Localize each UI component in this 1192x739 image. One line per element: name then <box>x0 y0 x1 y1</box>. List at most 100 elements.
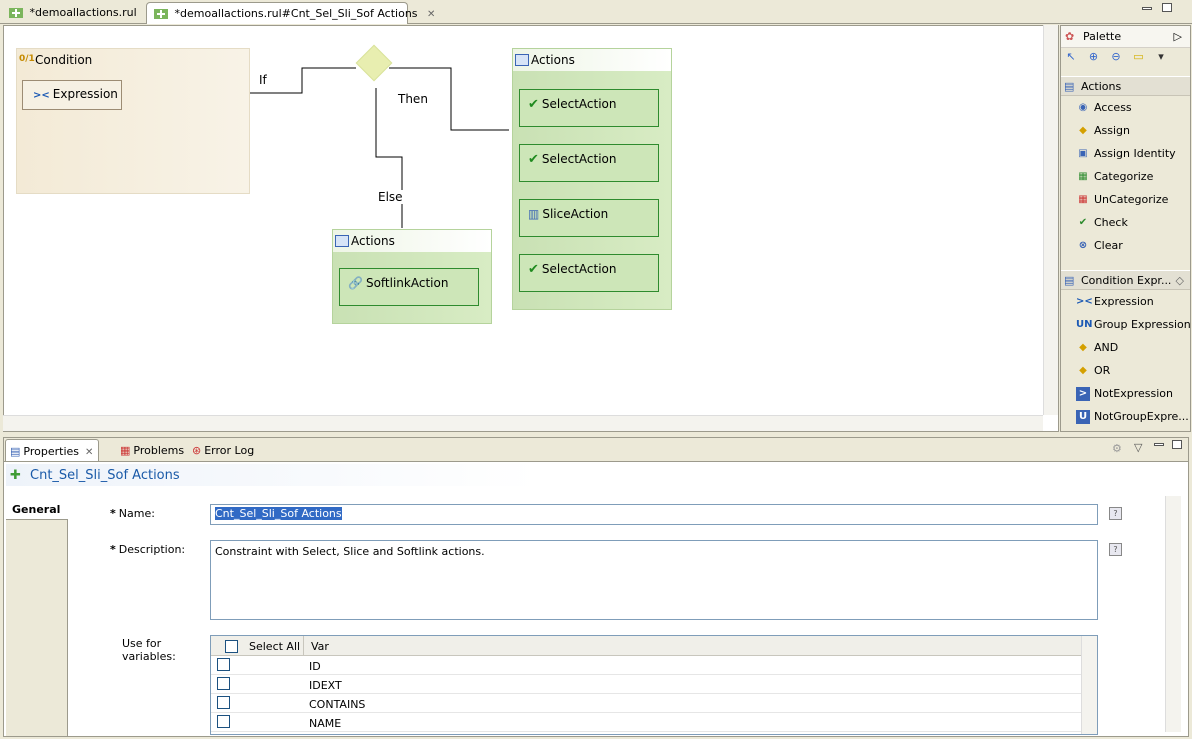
tab-constraint-actions[interactable]: *demoallactions.rul#Cnt_Sel_Sli_Sof Acti… <box>146 2 435 24</box>
tab-demoallactions[interactable]: *demoallactions.rul <box>2 2 142 24</box>
table-row[interactable]: IDEXT <box>211 675 1081 694</box>
select-action-node[interactable]: ✔ SelectAction <box>519 89 659 127</box>
palette-header[interactable]: ✿ Palette ▷ <box>1061 26 1190 48</box>
tab-problems[interactable]: ▦ Problems <box>116 439 186 461</box>
zoom-out-icon[interactable]: ⊖ <box>1108 50 1124 66</box>
properties-tab-column: General <box>6 498 68 736</box>
properties-scrollbar[interactable] <box>1165 496 1181 732</box>
item-label: OR <box>1094 364 1111 377</box>
link-icon: 🔗 <box>348 276 363 290</box>
row-checkbox[interactable] <box>217 677 230 690</box>
row-checkbox[interactable] <box>217 696 230 709</box>
name-label: * Name: <box>110 507 155 520</box>
variables-label: variables: <box>122 650 176 663</box>
item-label: AND <box>1094 341 1119 354</box>
condition-title-text: Condition <box>35 53 93 67</box>
tab-label: Properties <box>23 445 79 458</box>
collapse-arrow-icon[interactable]: ▷ <box>1174 30 1182 43</box>
tab-label: Error Log <box>204 444 255 457</box>
row-checkbox[interactable] <box>217 658 230 671</box>
row-checkbox[interactable] <box>217 715 230 728</box>
then-actions-header: Actions <box>513 49 671 71</box>
item-label: NotGroupExpre... <box>1094 410 1189 423</box>
expression-node[interactable]: >< Expression <box>22 80 122 110</box>
help-icon[interactable]: ? <box>1109 543 1122 556</box>
uncategorize-icon: ▦ <box>1078 194 1088 205</box>
palette-item-categorize[interactable]: ▦ Categorize <box>1061 167 1190 187</box>
maximize-icon[interactable] <box>1172 440 1182 449</box>
condition-node[interactable]: 0/1 Condition >< Expression <box>16 48 250 194</box>
palette-item-access[interactable]: ◉ Access <box>1061 98 1190 118</box>
description-label: * Description: <box>110 543 186 556</box>
table-row[interactable]: CONTAINS <box>211 694 1081 713</box>
palette-item-or[interactable]: ◆ OR <box>1061 361 1190 381</box>
group-expression-icon: UN <box>1076 319 1093 330</box>
tab-label: Problems <box>133 444 185 457</box>
palette-section-condition[interactable]: ▤ Condition Expr... ◇ <box>1061 270 1190 290</box>
actions-icon <box>335 235 349 247</box>
else-label: Else <box>377 190 404 204</box>
palette-toolbar: ↖ ⊕ ⊖ ▭ ▾ <box>1063 50 1189 70</box>
item-label: Check <box>1094 216 1128 229</box>
maximize-icon[interactable] <box>1162 3 1172 12</box>
dropdown-arrow-icon[interactable]: ▾ <box>1153 50 1169 66</box>
assign-icon: ◆ <box>1079 125 1087 136</box>
palette-section-actions[interactable]: ▤ Actions <box>1061 76 1190 96</box>
bottom-tab-bar: ▤ Properties ✕ ▦ Problems ⊛ Error Log ⚙ ▽ <box>4 438 1188 462</box>
properties-title: ✚ Cnt_Sel_Sli_Sof Actions <box>6 464 538 486</box>
table-row[interactable]: ID <box>211 656 1081 675</box>
action-label: SoftlinkAction <box>365 276 449 290</box>
collapse-icon[interactable]: ◇ <box>1176 274 1184 287</box>
help-icon[interactable]: ? <box>1109 507 1122 520</box>
name-label-text: Name: <box>118 507 155 520</box>
note-icon[interactable]: ▭ <box>1131 50 1147 66</box>
variables-table: Select All Var ID IDEXT CONTAINS NAME <box>210 635 1098 735</box>
select-tool-icon[interactable]: ↖ <box>1063 50 1079 66</box>
palette-item-not-expression[interactable]: > NotExpression <box>1061 384 1190 404</box>
pin-icon[interactable]: ⚙ <box>1112 442 1122 455</box>
palette-item-group-expression[interactable]: UN Group Expression <box>1061 315 1190 335</box>
palette-item-assign-identity[interactable]: ▣ Assign Identity <box>1061 144 1190 164</box>
close-icon[interactable]: ✕ <box>427 9 435 20</box>
expression-label: Expression <box>52 87 118 101</box>
palette-item-clear[interactable]: ⊗ Clear <box>1061 236 1190 256</box>
tab-properties[interactable]: ▤ Properties ✕ <box>5 439 99 461</box>
item-label: Categorize <box>1094 170 1154 183</box>
minimize-icon[interactable] <box>1154 443 1164 446</box>
view-menu-icon[interactable]: ▽ <box>1134 441 1142 454</box>
select-all-checkbox[interactable] <box>225 640 238 653</box>
check-icon: ✔ <box>1078 217 1088 228</box>
close-icon[interactable]: ✕ <box>85 447 93 458</box>
item-label: Clear <box>1094 239 1123 252</box>
tab-general[interactable]: General <box>6 498 68 520</box>
slice-action-node[interactable]: ▥ SliceAction <box>519 199 659 237</box>
editor-tab-bar: *demoallactions.rul *demoallactions.rul#… <box>0 0 1192 24</box>
description-field[interactable]: Constraint with Select, Slice and Softli… <box>210 540 1098 620</box>
diagram-canvas[interactable]: 0/1 Condition >< Expression If Then Else … <box>3 25 1059 432</box>
horizontal-scrollbar[interactable] <box>3 415 1043 431</box>
properties-title-text: Cnt_Sel_Sli_Sof Actions <box>30 468 180 483</box>
palette-item-assign[interactable]: ◆ Assign <box>1061 121 1190 141</box>
properties-icon: ▤ <box>10 445 21 458</box>
else-actions-container[interactable]: Actions 🔗 SoftlinkAction <box>332 229 492 324</box>
then-actions-container[interactable]: Actions ✔ SelectAction ✔ SelectAction ▥ Sli… <box>512 48 672 310</box>
palette-item-check[interactable]: ✔ Check <box>1061 213 1190 233</box>
vertical-scrollbar[interactable] <box>1043 25 1058 415</box>
minimize-icon[interactable] <box>1142 7 1152 10</box>
select-action-node[interactable]: ✔ SelectAction <box>519 144 659 182</box>
palette-item-not-group-expression[interactable]: U NotGroupExpre... <box>1061 407 1190 427</box>
palette-item-expression[interactable]: >< Expression <box>1061 292 1190 312</box>
palette-item-uncategorize[interactable]: ▦ UnCategorize <box>1061 190 1190 210</box>
rule-file-icon <box>153 7 169 21</box>
name-field[interactable]: Cnt_Sel_Sli_Sof Actions <box>210 504 1098 525</box>
use-for-label: Use for <box>122 637 162 650</box>
action-label: SliceAction <box>542 207 609 221</box>
clear-icon: ⊗ <box>1078 240 1088 251</box>
table-row[interactable]: NAME <box>211 713 1081 732</box>
palette-item-and[interactable]: ◆ AND <box>1061 338 1190 358</box>
select-action-node[interactable]: ✔ SelectAction <box>519 254 659 292</box>
softlink-action-node[interactable]: 🔗 SoftlinkAction <box>339 268 479 306</box>
zoom-in-icon[interactable]: ⊕ <box>1086 50 1102 66</box>
table-scrollbar[interactable] <box>1081 636 1097 734</box>
tab-error-log[interactable]: ⊛ Error Log <box>188 439 260 461</box>
